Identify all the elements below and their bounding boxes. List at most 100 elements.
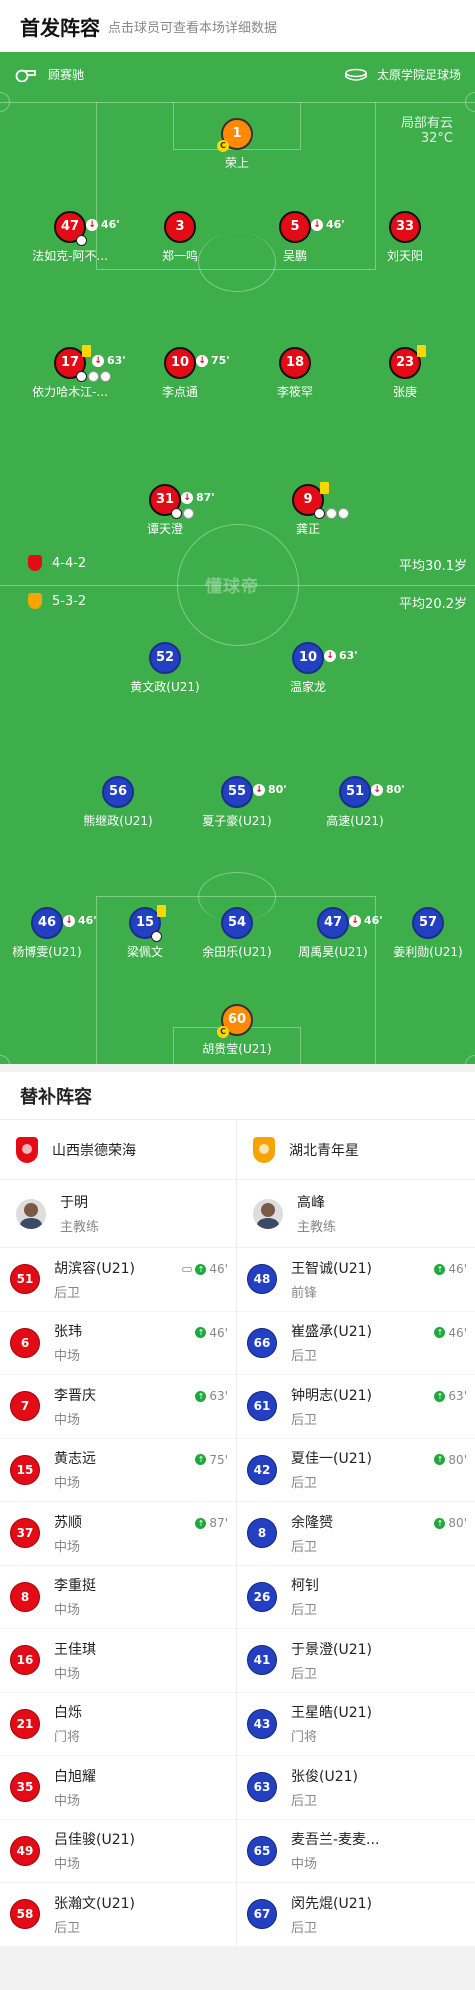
substitution-time: 46' — [101, 218, 120, 231]
away-player[interactable]: 56 熊继政(U21) — [58, 776, 178, 828]
home-player[interactable]: 23 张庚 — [345, 345, 465, 399]
sub-player-info: 闵先焜(U21) 后卫 — [291, 1893, 372, 1936]
away-avg-age: 平均20.2岁 — [399, 597, 467, 612]
sub-off-icon: ↓ — [349, 915, 361, 927]
sub-player-row[interactable]: 48 王智诚(U21) 前锋 ↑ 46' — [237, 1248, 475, 1312]
away-coach-row[interactable]: 高峰 主教练 — [237, 1180, 475, 1248]
player-number-badge: 8 — [247, 1518, 277, 1549]
sub-player-row[interactable]: 67 闵先焜(U21) 后卫 — [237, 1883, 475, 1947]
away-player[interactable]: 52 黄文政(U21) — [105, 642, 225, 694]
whistle-icon — [182, 1266, 193, 1272]
sub-on-icon: ↑ — [195, 1454, 207, 1465]
player-number-badge: 33 — [389, 211, 421, 243]
home-player[interactable]: 18 李筱罕 — [235, 347, 355, 399]
sub-player-name: 闵先焜(U21) — [291, 1895, 372, 1912]
home-team-row[interactable]: 山西崇德荣海 — [0, 1120, 236, 1180]
player-number-badge: 3 — [164, 211, 196, 243]
sub-on-time: 80' — [448, 1452, 467, 1467]
away-subs-column: 湖北青年星 高峰 主教练 48 王智诚(U21) 前锋 ↑ 46' 66 崔盛承(U21) 后… — [237, 1120, 475, 1947]
home-player[interactable]: 5 ↓ 46' 吴鹏 — [235, 211, 355, 263]
home-player[interactable]: 3 郑一鸣 — [120, 211, 240, 263]
sub-player-info: 张瀚文(U21) 后卫 — [54, 1893, 135, 1936]
pitch: 顾赛驰 太原学院足球场 局部有云 32°C 懂球帝 4-4-2 平均30.1岁 … — [0, 52, 475, 1064]
sub-player-row[interactable]: 26 柯钊 后卫 — [237, 1566, 475, 1629]
match-events — [171, 508, 194, 519]
player-name: 刘天阳 — [386, 249, 423, 263]
player-number-badge: 48 — [247, 1264, 277, 1295]
ball-icon — [171, 508, 182, 519]
player-number-badge: 7 — [10, 1391, 40, 1422]
sub-player-info: 黄志远 中场 — [54, 1448, 96, 1491]
player-number-badge: 63 — [247, 1772, 277, 1803]
sub-player-position: 前锋 — [291, 1285, 318, 1301]
player-name: 夏子豪(U21) — [202, 814, 272, 828]
player-number-badge: 10 ↓ 63' — [292, 642, 358, 674]
player-number-badge: 15 — [10, 1454, 40, 1485]
player-name: 姜利勋(U21) — [393, 945, 463, 959]
sub-on-info: ↑ 63' — [195, 1389, 228, 1403]
match-events — [76, 235, 87, 246]
away-player[interactable]: 10 ↓ 63' 温家龙 — [248, 642, 368, 694]
away-player[interactable]: 60 C 胡贵莹(U21) — [177, 1004, 297, 1056]
sub-player-row[interactable]: 8 李重挺 中场 — [0, 1566, 236, 1629]
sub-player-row[interactable]: 66 崔盛承(U21) 后卫 ↑ 46' — [237, 1312, 475, 1375]
home-player[interactable]: 31 ↓ 87' 谭天澄 — [105, 484, 225, 536]
sub-on-icon: ↑ — [434, 1263, 446, 1275]
sub-player-row[interactable]: 58 张瀚文(U21) 后卫 — [0, 1883, 236, 1947]
player-number-badge: 26 — [247, 1581, 277, 1612]
sub-player-row[interactable]: 51 胡滨容(U21) 后卫 ↑ 46' — [0, 1248, 236, 1312]
player-name: 龚正 — [295, 522, 320, 536]
player-name: 法如克-阿不... — [32, 249, 108, 263]
sub-player-row[interactable]: 35 白旭耀 中场 — [0, 1756, 236, 1820]
player-number-badge: 16 — [10, 1645, 40, 1676]
player-name: 荣上 — [224, 156, 249, 170]
player-number-badge: 56 — [102, 776, 134, 808]
sub-player-row[interactable]: 8 余隆赟 后卫 ↑ 80' — [237, 1502, 475, 1566]
player-name: 吴鹏 — [282, 249, 307, 263]
sub-player-name: 张俊(U21) — [291, 1768, 358, 1785]
away-team-row[interactable]: 湖北青年星 — [237, 1120, 475, 1180]
sub-player-row[interactable]: 49 吕佳骏(U21) 中场 — [0, 1820, 236, 1883]
substitutes-title: 替补阵容 — [0, 1072, 475, 1120]
sub-player-position: 后卫 — [291, 1349, 318, 1365]
sub-player-info: 张玮 中场 — [54, 1321, 82, 1364]
away-player[interactable]: 57 姜利勋(U21) — [368, 907, 475, 959]
away-player[interactable]: 51 ↓ 80' 高速(U21) — [295, 776, 415, 828]
sub-on-icon: ↑ — [195, 1517, 207, 1529]
sub-player-position: 中场 — [54, 1793, 81, 1809]
yellow-card-icon — [82, 345, 91, 357]
home-player[interactable]: 10 ↓ 75' 李点通 — [120, 347, 240, 399]
home-player[interactable]: 47 ↓ 46' 法如克-阿不... — [10, 211, 130, 263]
sub-player-position: 后卫 — [291, 1603, 318, 1619]
sub-off-icon: ↓ — [324, 650, 336, 662]
sub-player-row[interactable]: 63 张俊(U21) 后卫 — [237, 1756, 475, 1820]
sub-player-row[interactable]: 41 于景澄(U21) 后卫 — [237, 1629, 475, 1693]
player-number-badge: 65 — [247, 1835, 277, 1866]
player-number-badge: 17 ↓ 63' — [54, 345, 126, 382]
sub-player-row[interactable]: 37 苏顺 中场 ↑ 87' — [0, 1502, 236, 1566]
home-player[interactable]: 1 C 荣上 — [177, 118, 297, 170]
home-coach-row[interactable]: 于明 主教练 — [0, 1180, 236, 1248]
away-player[interactable]: 55 ↓ 80' 夏子豪(U21) — [177, 776, 297, 828]
ball-icon — [100, 371, 111, 382]
sub-player-row[interactable]: 7 李晋庆 中场 ↑ 63' — [0, 1375, 236, 1439]
sub-player-row[interactable]: 42 夏佳一(U21) 后卫 ↑ 80' — [237, 1439, 475, 1502]
sub-player-row[interactable]: 15 黄志远 中场 ↑ 75' — [0, 1439, 236, 1502]
home-player[interactable]: 9 龚正 — [248, 482, 368, 536]
sub-player-info: 张俊(U21) 后卫 — [291, 1766, 358, 1809]
sub-on-icon: ↑ — [195, 1263, 207, 1275]
sub-player-row[interactable]: 43 王星皓(U21) 门将 — [237, 1693, 475, 1756]
home-player[interactable]: 17 ↓ 63' 依力哈木江-... — [10, 345, 130, 399]
home-player[interactable]: 33 刘天阳 — [345, 211, 465, 263]
sub-player-info: 王佳琪 中场 — [54, 1639, 96, 1682]
sub-player-row[interactable]: 65 麦吾兰-麦麦... 中场 — [237, 1820, 475, 1883]
captain-icon: C — [217, 140, 229, 152]
sub-off-icon: ↓ — [196, 355, 208, 367]
sub-player-row[interactable]: 61 钟明志(U21) 后卫 ↑ 63' — [237, 1375, 475, 1439]
substitution-time: 80' — [386, 783, 405, 796]
sub-player-info: 吕佳骏(U21) 中场 — [54, 1829, 135, 1872]
sub-player-row[interactable]: 16 王佳琪 中场 — [0, 1629, 236, 1693]
sub-player-row[interactable]: 21 白烁 门将 — [0, 1693, 236, 1756]
sub-player-row[interactable]: 6 张玮 中场 ↑ 46' — [0, 1312, 236, 1375]
sub-player-info: 苏顺 中场 — [54, 1512, 82, 1555]
